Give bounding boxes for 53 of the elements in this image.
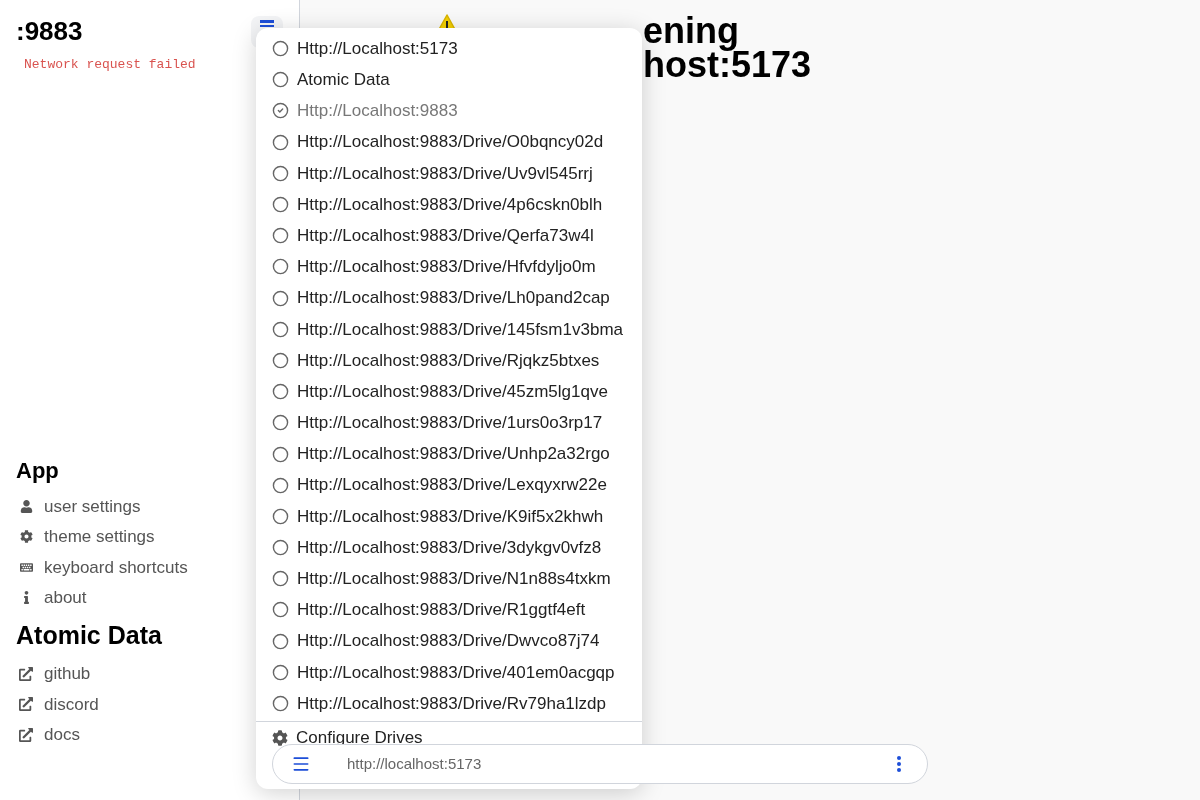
drive-option[interactable]: Http://Localhost:9883/Drive/Lh0pand2cap [256, 282, 642, 314]
radio-icon [272, 414, 289, 432]
drive-option[interactable]: Http://Localhost:9883/Drive/Dwvco87j74 [256, 625, 642, 657]
drive-option[interactable]: Http://Localhost:9883/Drive/Qerfa73w4l [256, 220, 642, 252]
external-link-icon [19, 697, 33, 712]
drive-option[interactable]: Http://Localhost:9883/Drive/Uv9vl545rrj [256, 157, 642, 189]
radio-icon [272, 196, 289, 214]
radio-icon [272, 289, 289, 307]
drive-option[interactable]: Http://Localhost:9883/Drive/145fsm1v3bma [256, 313, 642, 345]
radio-icon [272, 476, 289, 494]
address-field[interactable]: http://localhost:5173 [347, 752, 887, 776]
drive-option[interactable]: Http://Localhost:5173 [256, 33, 642, 65]
gear-icon [272, 730, 288, 747]
radio-icon [272, 133, 289, 151]
drive-title: :9883 [16, 15, 83, 48]
drive-option[interactable]: Http://Localhost:9883/Drive/Rjqkz5btxes [256, 344, 642, 377]
more-icon [897, 756, 901, 772]
radio-icon [272, 445, 289, 463]
radio-icon [272, 258, 289, 276]
radio-icon [272, 632, 289, 650]
error-message: Network request failed [24, 56, 197, 74]
radio-icon [272, 539, 289, 557]
external-link-icon [19, 727, 33, 742]
radio-icon [272, 570, 289, 588]
radio-icon [272, 71, 289, 89]
menu-icon [291, 754, 311, 774]
radio-icon [272, 164, 289, 182]
drive-option[interactable]: Http://Localhost:9883/Drive/4p6cskn0blh [256, 188, 642, 221]
keyboard-icon [19, 560, 33, 574]
drive-option[interactable]: Http://Localhost:9883/Drive/Hfvfdyljo0m [256, 251, 642, 283]
radio-icon [272, 227, 289, 245]
drive-option[interactable]: Http://Localhost:9883/Drive/Unhp2a32rgo [256, 438, 642, 470]
drive-option[interactable]: Http://Localhost:9883/Drive/45zm5lg1qve [256, 376, 642, 408]
drive-icon [260, 19, 274, 28]
section-heading: App [16, 457, 59, 485]
radio-icon [272, 351, 289, 369]
radio-icon [272, 663, 289, 681]
check-circle-icon [272, 102, 289, 120]
radio-icon [272, 40, 289, 58]
radio-icon [272, 383, 289, 401]
drive-option[interactable]: Http://Localhost:9883 [256, 95, 642, 127]
radio-icon [272, 601, 289, 619]
user-icon [19, 499, 33, 513]
external-link-icon [19, 666, 33, 681]
radio-icon [272, 695, 289, 713]
drive-option[interactable]: Http://Localhost:9883/Drive/1urs0o3rp17 [256, 407, 642, 439]
address-bar[interactable]: http://localhost:5173 [272, 744, 928, 784]
brand-heading: Atomic Data [16, 620, 162, 651]
radio-icon [272, 507, 289, 525]
drive-option[interactable]: Http://Localhost:9883/Drive/O0bqncy02d [256, 126, 642, 158]
radio-icon [272, 320, 289, 338]
gear-icon [19, 530, 33, 544]
drive-option[interactable]: Atomic Data [256, 64, 642, 96]
